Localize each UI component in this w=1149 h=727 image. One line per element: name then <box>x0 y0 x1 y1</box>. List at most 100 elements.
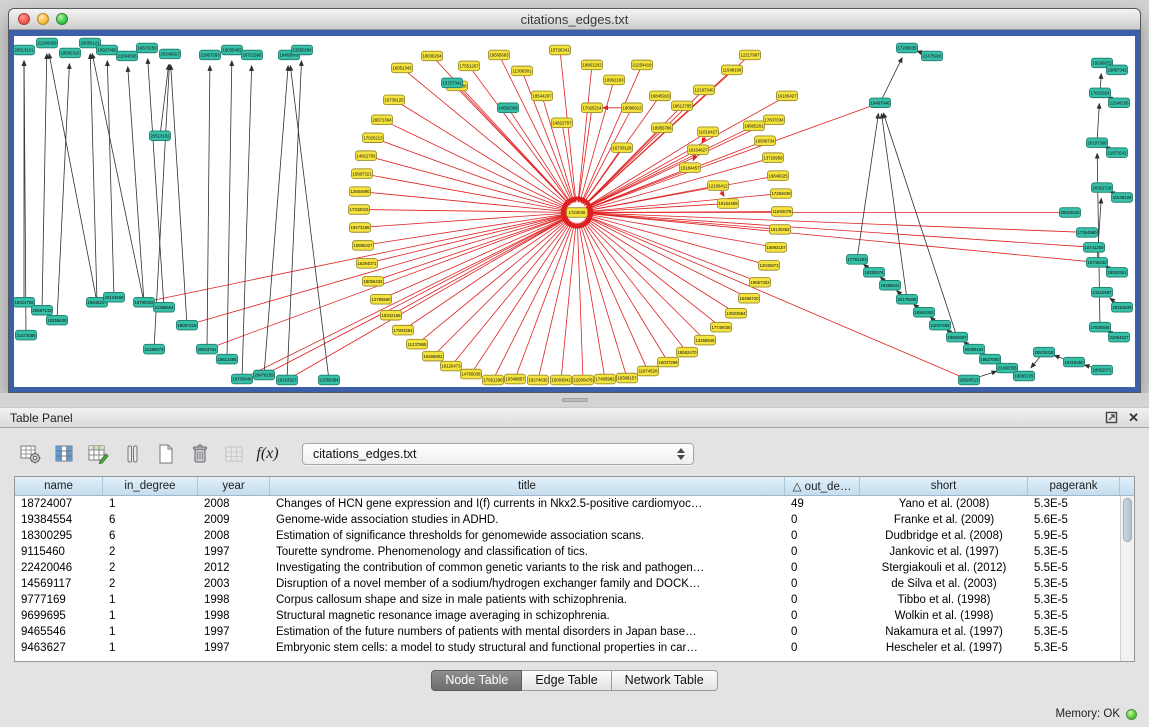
import-table-button[interactable] <box>220 441 247 468</box>
graph-node[interactable]: 18927465 <box>97 45 118 55</box>
graph-node[interactable]: 17025213 <box>363 133 384 143</box>
graph-node[interactable]: 17465982 <box>595 374 616 384</box>
graph-edge[interactable] <box>419 219 568 342</box>
graph-node[interactable]: 17837034 <box>764 115 785 125</box>
network-canvas[interactable]: 1724046160513421883620412260538175512671… <box>14 36 1135 387</box>
graph-edge[interactable] <box>578 68 592 202</box>
graph-node[interactable]: 17791203 <box>847 255 868 265</box>
table-row[interactable]: 946362711997Embryonic stem cells: a mode… <box>15 640 1120 656</box>
graph-node[interactable]: 14765038 <box>461 369 482 379</box>
graph-node[interactable]: 15486720 <box>739 293 760 303</box>
graph-node[interactable]: 18836204 <box>422 51 443 61</box>
column-header-2[interactable]: year <box>198 477 270 495</box>
graph-edge[interactable] <box>385 121 567 208</box>
graph-node[interactable]: 15727341 <box>442 78 463 88</box>
graph-node[interactable]: 14692058 <box>498 103 519 113</box>
graph-node[interactable]: 17651290 <box>483 375 504 385</box>
table-row[interactable]: 1456911722003Disruption of a novel membe… <box>15 576 1120 592</box>
graph-node[interactable]: 12654980 <box>350 187 371 197</box>
graph-node[interactable]: 14822706 <box>356 151 377 161</box>
graph-node[interactable]: 17332015 <box>349 205 370 215</box>
graph-edge[interactable] <box>579 223 605 376</box>
graph-node[interactable]: 15184457 <box>680 163 701 173</box>
graph-node[interactable]: 19120473 <box>441 361 462 371</box>
graph-node[interactable]: 18544207 <box>532 91 553 101</box>
graph-node[interactable]: 21037485 <box>930 320 951 330</box>
graph-node[interactable]: 18130462 <box>770 225 791 235</box>
graph-node[interactable]: 18096912 <box>622 103 643 113</box>
graph-node[interactable]: 20576318 <box>1034 347 1055 357</box>
graph-node[interactable]: 21059384 <box>319 375 340 385</box>
graph-edge[interactable] <box>207 66 210 346</box>
graph-node[interactable]: 16508734 <box>755 136 776 146</box>
graph-node[interactable]: 18652071 <box>1092 365 1113 375</box>
graph-node[interactable]: 20134569 <box>104 292 125 302</box>
graph-node[interactable]: 19652807 <box>947 332 968 342</box>
divider-grip-icon[interactable] <box>562 398 588 402</box>
graph-node[interactable]: 18259630 <box>47 315 68 325</box>
graph-node[interactable]: 12197340 <box>694 85 715 95</box>
graph-node[interactable]: 21285073 <box>144 344 165 354</box>
graph-edge[interactable] <box>587 217 746 297</box>
graph-edge[interactable] <box>881 114 906 297</box>
graph-edge[interactable] <box>365 174 566 210</box>
graph-node[interactable]: 19730648 <box>232 374 253 384</box>
table-row[interactable]: 946554611997Estimation of the future num… <box>15 624 1120 640</box>
graph-node[interactable]: 18163927 <box>277 375 298 385</box>
graph-node[interactable]: 17025214 <box>582 103 603 113</box>
graph-edge[interactable] <box>587 104 877 209</box>
graph-edge[interactable] <box>1097 104 1099 140</box>
graph-edge[interactable] <box>586 218 733 311</box>
graph-edge[interactable] <box>148 59 164 304</box>
graph-node[interactable]: 12045873 <box>759 261 780 271</box>
graph-node[interactable]: 19268041 <box>880 281 901 291</box>
graph-node[interactable]: 18965201 <box>744 121 765 131</box>
table-selector-dropdown[interactable]: citations_edges.txt <box>302 443 694 465</box>
graph-node[interactable]: 20197368 <box>1087 138 1108 148</box>
graph-edge[interactable] <box>287 61 301 377</box>
graph-node[interactable]: 13720958 <box>763 153 784 163</box>
graph-edge[interactable] <box>90 54 97 299</box>
graph-edge[interactable] <box>586 219 719 325</box>
graph-node[interactable]: 18955796 <box>652 123 673 133</box>
graph-node[interactable]: 15726341 <box>550 45 571 55</box>
graph-node[interactable]: 16887342 <box>1107 65 1128 75</box>
graph-node[interactable]: 21094527 <box>1109 332 1130 342</box>
graph-node[interactable]: 16458902 <box>423 351 444 361</box>
graph-node[interactable]: 18904362 <box>914 307 935 317</box>
graph-node[interactable]: 21867203 <box>200 50 221 60</box>
graph-node[interactable]: 17284639 <box>771 189 792 199</box>
graph-node[interactable]: 17830946 <box>1090 322 1111 332</box>
graph-edge[interactable] <box>1097 154 1100 325</box>
tab-network-table[interactable]: Network Table <box>612 670 718 691</box>
graph-node[interactable]: 20071364 <box>372 115 393 125</box>
graph-edge[interactable] <box>49 54 96 300</box>
graph-edge[interactable] <box>370 215 566 263</box>
table-row[interactable]: 911546021997Tourette syndrome. Phenomeno… <box>15 544 1120 560</box>
graph-node[interactable]: 20924513 <box>959 375 980 385</box>
graph-node[interactable]: 10349857 <box>505 374 526 384</box>
graph-edge[interactable] <box>588 215 767 264</box>
graph-node[interactable]: 10962193 <box>604 75 625 85</box>
graph-node[interactable]: 16051342 <box>392 63 413 73</box>
graph-edge[interactable] <box>363 213 566 227</box>
graph-node[interactable]: 19582315 <box>60 48 81 58</box>
graph-node[interactable]: 21550284 <box>292 45 313 55</box>
column-header-4[interactable]: △ out_de… <box>785 477 860 495</box>
graph-node[interactable]: 20253849 <box>1112 302 1133 312</box>
tab-edge-table[interactable]: Edge Table <box>522 670 611 691</box>
graph-edge[interactable] <box>290 66 328 377</box>
graph-node[interactable]: 19324756 <box>14 297 35 307</box>
graph-node[interactable]: 19473186 <box>350 223 371 233</box>
graph-node[interactable]: 20721596 <box>242 50 263 60</box>
graph-node[interactable]: 15987321 <box>352 169 373 179</box>
graph-edge[interactable] <box>242 66 252 376</box>
graph-node[interactable]: 1724046 <box>567 208 588 218</box>
graph-node[interactable]: 20943761 <box>197 344 218 354</box>
column-header-3[interactable]: title <box>270 477 785 495</box>
graph-node[interactable]: 11548108 <box>722 65 743 75</box>
graph-node[interactable]: 19657302 <box>750 278 771 288</box>
graph-edge[interactable] <box>881 58 902 100</box>
float-panel-icon[interactable] <box>1105 411 1118 424</box>
column-header-6[interactable]: pagerank <box>1028 477 1120 495</box>
